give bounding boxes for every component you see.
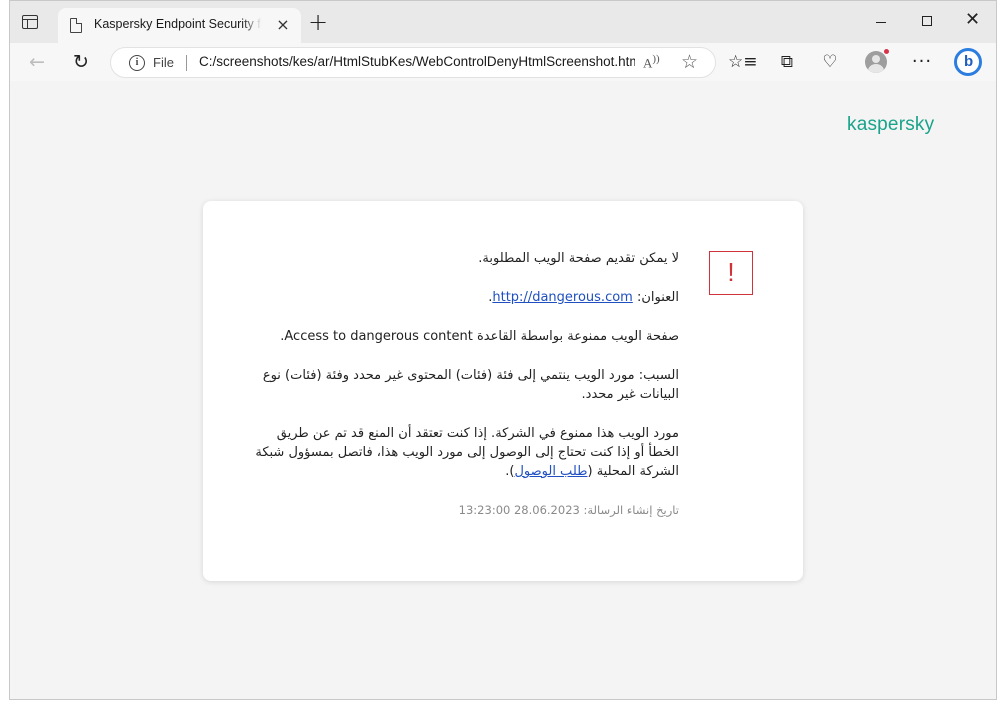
close-window-button[interactable]: ✕	[950, 1, 996, 43]
refresh-button[interactable]: ↻	[66, 47, 96, 77]
contact-text: مورد الويب هذا ممنوع في الشركة. إذا كنت …	[255, 426, 679, 479]
browser-essentials-button[interactable]: ♡	[816, 48, 844, 76]
tab-actions-icon[interactable]	[22, 15, 38, 29]
add-favorite-star-icon[interactable]: ☆	[681, 51, 698, 73]
heart-pulse-icon: ♡	[822, 52, 838, 72]
collections-icon: ⧉	[780, 52, 794, 72]
kaspersky-logo: kaspersky	[847, 114, 935, 135]
browser-toolbar: ← ↻ i File C:/screenshots/kes/ar/HtmlStu…	[10, 43, 996, 81]
favorites-list-icon: ☆≡	[728, 52, 758, 72]
address-bar[interactable]: i File C:/screenshots/kes/ar/HtmlStubKes…	[110, 47, 716, 78]
block-notice-card: ! لا يمكن تقديم صفحة الويب المطلوبة. الع…	[203, 201, 803, 581]
tab-close-icon[interactable]: ×	[272, 14, 294, 36]
browser-tab-active[interactable]: Kaspersky Endpoint Security for Windows …	[58, 8, 301, 43]
page-title: لا يمكن تقديم صفحة الويب المطلوبة.	[478, 251, 679, 266]
profile-notification-badge	[883, 48, 890, 55]
desktop-background-bottom	[0, 700, 1004, 708]
info-icon[interactable]: i	[129, 55, 145, 71]
reason-text: السبب: مورد الويب ينتمي إلى فئة (فئات) ا…	[262, 368, 679, 402]
minimize-button[interactable]	[858, 1, 904, 43]
read-aloud-icon[interactable]: A))	[643, 53, 660, 71]
browser-window: Kaspersky Endpoint Security for Windows …	[9, 0, 997, 700]
rule-line: صفحة الويب ممنوعة بواسطة القاعدة Access …	[253, 327, 679, 346]
contact-line: مورد الويب هذا ممنوع في الشركة. إذا كنت …	[253, 424, 679, 481]
collections-button[interactable]: ⧉	[773, 48, 801, 76]
tab-strip: Kaspersky Endpoint Security for Windows …	[10, 1, 996, 43]
refresh-icon: ↻	[73, 51, 89, 73]
tab-title: Kaspersky Endpoint Security for Windows	[94, 17, 262, 31]
minimize-icon	[876, 22, 886, 23]
favorites-button[interactable]: ☆≡	[728, 48, 758, 76]
desktop-background-right	[997, 0, 1004, 708]
rule-prefix: صفحة الويب ممنوعة بواسطة القاعدة	[472, 329, 679, 344]
close-icon: ✕	[965, 9, 981, 30]
blocked-url-link[interactable]: http://dangerous.com	[492, 290, 632, 305]
more-dots-icon: ···	[911, 51, 933, 72]
profile-button[interactable]	[862, 48, 890, 76]
request-access-link[interactable]: طلب الوصول	[514, 464, 587, 479]
desktop-background-left	[0, 0, 9, 708]
block-message: لا يمكن تقديم صفحة الويب المطلوبة. العنو…	[253, 249, 679, 520]
new-tab-button[interactable]: +	[305, 10, 331, 36]
back-button[interactable]: ←	[22, 47, 52, 77]
url-text[interactable]: C:/screenshots/kes/ar/HtmlStubKes/WebCon…	[199, 54, 635, 69]
message-timestamp: تاريخ إنشاء الرسالة: 28.06.2023 13:23:00	[458, 503, 679, 517]
arrow-left-icon: ←	[29, 51, 45, 73]
page-content: kaspersky ! لا يمكن تقديم صفحة الويب الم…	[10, 81, 996, 699]
address-divider	[186, 55, 187, 71]
warning-exclamation-icon: !	[709, 251, 753, 295]
maximize-button[interactable]	[904, 1, 950, 43]
address-line: العنوان: http://dangerous.com.	[253, 288, 679, 307]
rule-name: Access to dangerous content	[284, 329, 473, 344]
settings-more-button[interactable]: ···	[908, 48, 936, 76]
bing-copilot-button[interactable]: b	[952, 46, 984, 78]
address-label: العنوان:	[632, 290, 679, 305]
url-scheme-label: File	[153, 55, 174, 70]
bing-icon: b	[954, 48, 982, 76]
maximize-icon	[922, 16, 932, 26]
page-file-icon	[70, 18, 82, 33]
